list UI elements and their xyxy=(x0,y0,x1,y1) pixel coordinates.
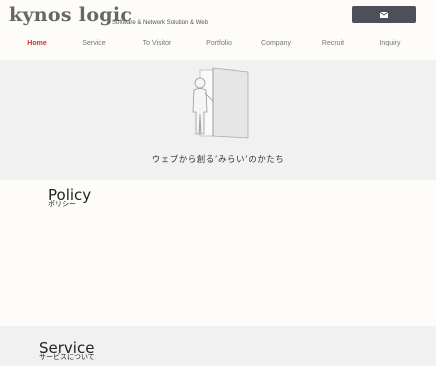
main-nav: Home Service To Visitor Portfolio Compan… xyxy=(0,40,436,50)
hero-caption: ウェブから創る’みらい’のかたち xyxy=(151,155,285,165)
nav-item-company[interactable]: Company xyxy=(261,40,291,47)
policy-subtitle: ポリシー xyxy=(48,200,76,208)
nav-item-inquiry[interactable]: Inquiry xyxy=(379,40,400,47)
nav-item-home[interactable]: Home xyxy=(27,40,46,47)
nav-item-recruit[interactable]: Recruit xyxy=(322,40,344,47)
policy-section: Policy ポリシー xyxy=(0,180,436,326)
nav-item-to-visitor[interactable]: To Visitor xyxy=(143,40,172,47)
mail-button[interactable] xyxy=(352,6,416,23)
site-header: kynos logic Software & Network Solution … xyxy=(0,0,436,60)
site-tagline: Software & Network Solution & Web xyxy=(112,20,208,26)
person-opening-door-icon xyxy=(192,67,249,139)
nav-item-portfolio[interactable]: Portfolio xyxy=(206,40,232,47)
nav-item-service[interactable]: Service xyxy=(82,40,105,47)
service-section: Service サービスについて xyxy=(0,326,436,366)
hero-banner: ウェブから創る’みらい’のかたち xyxy=(0,60,436,180)
envelope-icon xyxy=(380,11,388,18)
